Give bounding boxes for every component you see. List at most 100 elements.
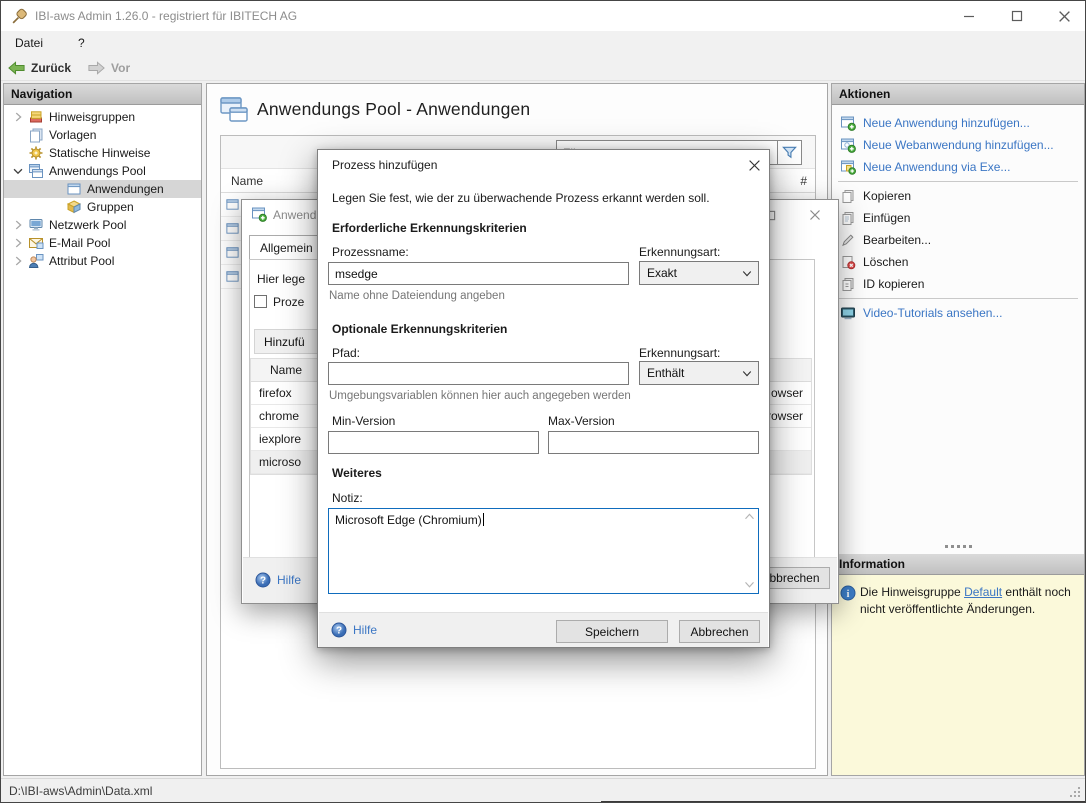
sidebar-item-attribut-pool[interactable]: Attribut Pool [4, 252, 201, 270]
sidebar-item-label: E-Mail Pool [49, 236, 110, 250]
action-label: Kopieren [863, 189, 911, 203]
column-count[interactable]: # [800, 174, 807, 188]
chevron-right-icon[interactable] [10, 217, 26, 233]
path-detection-select[interactable]: Enthält [639, 361, 759, 385]
new-application-icon [840, 115, 856, 131]
chevron-down-icon[interactable] [10, 163, 26, 179]
help-link[interactable]: ? Hilfe [331, 622, 377, 638]
chevron-right-icon[interactable] [10, 109, 26, 125]
menubar: Datei ? [1, 31, 1085, 55]
section-required: Erforderliche Erkennungskriterien [332, 221, 527, 235]
section-optional: Optionale Erkennungskriterien [332, 322, 507, 336]
resize-grip[interactable] [1069, 786, 1082, 799]
forward-button[interactable]: Vor [87, 58, 130, 78]
back-arrow-icon [7, 60, 26, 76]
max-version-label: Max-Version [548, 414, 615, 428]
menu-help[interactable]: ? [78, 36, 85, 50]
applications-heading-icon [218, 94, 250, 126]
default-group-link[interactable]: Default [964, 585, 1002, 599]
max-version-input[interactable] [548, 431, 759, 454]
action-label: Löschen [863, 255, 908, 269]
action-copy-id[interactable]: ID kopieren [832, 273, 1084, 295]
sidebar-item-label: Netzwerk Pool [49, 218, 126, 232]
data-file-path: D:\IBI-aws\Admin\Data.xml [9, 784, 152, 798]
actions-list: Neue Anwendung hinzufügen... Neue Webanw… [832, 105, 1084, 324]
chevron-right-icon[interactable] [10, 235, 26, 251]
close-button[interactable] [798, 204, 832, 226]
video-icon [840, 305, 856, 321]
help-label: Hilfe [353, 623, 377, 637]
email-pool-icon [28, 235, 44, 251]
note-text: Microsoft Edge (Chromium) [335, 513, 482, 527]
panel-splitter[interactable] [832, 545, 1084, 548]
action-copy[interactable]: Kopieren [832, 185, 1084, 207]
chevron-right-icon[interactable] [10, 253, 26, 269]
text-caret [483, 513, 484, 526]
path-input[interactable] [328, 362, 629, 385]
navigation-tree: Hinweisgruppen Vorlagen Statische Hinwei… [4, 105, 201, 270]
maximize-button[interactable] [994, 1, 1040, 31]
process-checkbox[interactable] [254, 295, 267, 308]
templates-icon [28, 127, 44, 143]
close-button[interactable] [737, 152, 770, 178]
forward-label: Vor [111, 61, 130, 75]
help-icon: ? [331, 622, 347, 638]
close-button[interactable] [1041, 1, 1086, 31]
dialog-title: Anwend [273, 208, 316, 222]
static-notices-icon [28, 145, 44, 161]
action-label: Video-Tutorials ansehen... [863, 306, 1002, 320]
save-button[interactable]: Speichern [556, 620, 668, 643]
action-edit[interactable]: Bearbeiten... [832, 229, 1084, 251]
action-new-webapplication[interactable]: Neue Webanwendung hinzufügen... [832, 134, 1084, 156]
action-new-application-via-exe[interactable]: Neue Anwendung via Exe... [832, 156, 1084, 178]
back-button[interactable]: Zurück [7, 58, 71, 78]
maximize-icon [1011, 10, 1023, 22]
svg-text:?: ? [260, 576, 266, 587]
column-name[interactable]: Name [231, 174, 263, 188]
min-version-input[interactable] [328, 431, 539, 454]
sidebar-item-anwendungen[interactable]: Anwendungen [4, 180, 201, 198]
sidebar-item-label: Anwendungs Pool [49, 164, 146, 178]
chevron-down-icon [742, 270, 752, 278]
applications-icon [66, 181, 82, 197]
sidebar-item-netzwerk-pool[interactable]: Netzwerk Pool [4, 216, 201, 234]
action-label: Neue Webanwendung hinzufügen... [863, 138, 1054, 152]
app-icon [11, 8, 28, 25]
copy-id-icon [840, 276, 856, 292]
sidebar-item-vorlagen[interactable]: Vorlagen [4, 126, 201, 144]
help-link[interactable]: ? Hilfe [255, 572, 301, 588]
process-name: microso [259, 455, 301, 469]
action-video-tutorials[interactable]: Video-Tutorials ansehen... [832, 302, 1084, 324]
attribute-pool-icon [28, 253, 44, 269]
menu-datei[interactable]: Datei [15, 36, 43, 50]
scroll-down-icon[interactable] [744, 581, 755, 589]
sidebar-item-statische-hinweise[interactable]: Statische Hinweise [4, 144, 201, 162]
scroll-up-icon[interactable] [744, 513, 755, 521]
window-icon [225, 269, 240, 284]
action-new-application[interactable]: Neue Anwendung hinzufügen... [832, 112, 1084, 134]
note-textarea[interactable]: Microsoft Edge (Chromium) [328, 508, 759, 594]
selected-option: Enthält [647, 366, 684, 380]
paste-icon [840, 210, 856, 226]
cancel-button[interactable]: Abbrechen [679, 620, 760, 643]
action-paste[interactable]: Einfügen [832, 207, 1084, 229]
sidebar-item-gruppen[interactable]: Gruppen [4, 198, 201, 216]
tab-label: Allgemein [260, 241, 313, 255]
path-hint: Umgebungsvariablen können hier auch ange… [329, 390, 631, 402]
sidebar-item-hinweisgruppen[interactable]: Hinweisgruppen [4, 108, 201, 126]
action-label: Neue Anwendung hinzufügen... [863, 116, 1030, 130]
information-body: i Die Hinweisgruppe Default enthält noch… [832, 575, 1084, 775]
note-label: Notiz: [332, 491, 363, 505]
detection-type-select[interactable]: Exakt [639, 261, 759, 285]
forward-arrow-icon [87, 60, 106, 76]
network-pool-icon [28, 217, 44, 233]
minimize-button[interactable] [946, 1, 992, 31]
filter-button[interactable] [777, 140, 802, 165]
nav-toolbar: Zurück Vor [1, 55, 1085, 81]
close-icon [748, 159, 761, 172]
action-delete[interactable]: Löschen [832, 251, 1084, 273]
window-icon [225, 197, 240, 212]
sidebar-item-anwendungs-pool[interactable]: Anwendungs Pool [4, 162, 201, 180]
process-name-input[interactable] [328, 262, 629, 285]
sidebar-item-email-pool[interactable]: E-Mail Pool [4, 234, 201, 252]
